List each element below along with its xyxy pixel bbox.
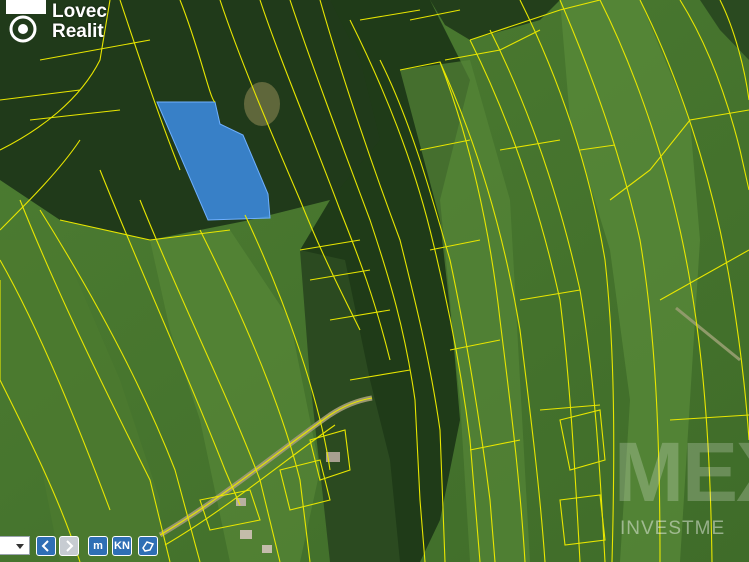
- chevron-left-icon: [41, 540, 49, 552]
- map-toolbar: m KN: [0, 534, 170, 558]
- lovec-realit-logo: Lovec Realit: [0, 0, 128, 46]
- cadastre-button[interactable]: KN: [112, 536, 132, 556]
- polygon-measure-icon: [142, 541, 154, 552]
- logo-line1: Lovec: [52, 1, 107, 22]
- target-pin-icon: [9, 15, 37, 43]
- prev-button[interactable]: [36, 536, 56, 556]
- logo-white-box: [6, 0, 46, 14]
- measure-label: m: [93, 540, 103, 552]
- building: [262, 545, 272, 553]
- layer-select[interactable]: [0, 536, 30, 555]
- aerial-cadastral-map[interactable]: [0, 0, 749, 562]
- logo-text: Lovec Realit: [52, 2, 107, 42]
- measure-button[interactable]: m: [88, 536, 108, 556]
- area-measure-button[interactable]: [138, 536, 158, 556]
- chevron-down-icon: [16, 544, 24, 549]
- next-button[interactable]: [59, 536, 79, 556]
- cadastre-label: KN: [114, 540, 130, 552]
- logo-line2: Realit: [52, 21, 104, 42]
- chevron-right-icon: [66, 540, 74, 552]
- clearing: [244, 82, 280, 126]
- building: [240, 530, 252, 539]
